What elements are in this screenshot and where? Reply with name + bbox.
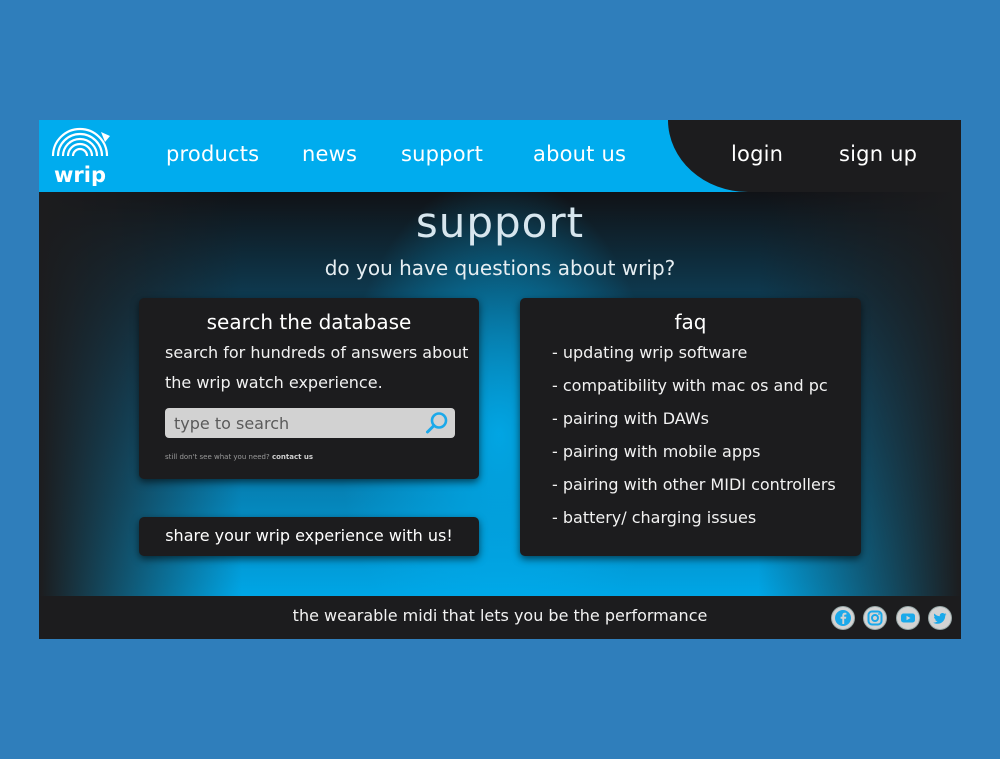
search-card-description-line1: search for hundreds of answers about xyxy=(165,343,469,362)
nav-about-us[interactable]: about us xyxy=(533,142,626,166)
share-experience-button[interactable]: share your wrip experience with us! xyxy=(139,517,479,556)
signup-button[interactable]: sign up xyxy=(839,142,917,166)
search-box xyxy=(165,408,455,438)
svg-text:wrip: wrip xyxy=(54,163,106,186)
faq-list: - updating wrip software - compatibility… xyxy=(552,339,836,537)
twitter-icon[interactable] xyxy=(929,607,951,629)
share-experience-label: share your wrip experience with us! xyxy=(165,526,453,545)
page-title: support xyxy=(415,198,585,247)
nav-support[interactable]: support xyxy=(401,142,483,166)
search-card-title: search the database xyxy=(206,310,412,334)
search-database-card: search the database search for hundreds … xyxy=(139,298,479,479)
help-text: still don't see what you need? contact u… xyxy=(165,453,313,461)
footer-tagline: the wearable midi that lets you be the p… xyxy=(292,606,708,625)
search-card-description-line2: the wrip watch experience. xyxy=(165,373,383,392)
faq-item-pairing-midi[interactable]: - pairing with other MIDI controllers xyxy=(552,471,836,504)
faq-title: faq xyxy=(674,310,707,334)
faq-card: faq - updating wrip software - compatibi… xyxy=(520,298,861,556)
faq-item-compatibility[interactable]: - compatibility with mac os and pc xyxy=(552,372,836,405)
search-input[interactable] xyxy=(165,408,414,438)
instagram-icon[interactable] xyxy=(864,607,886,629)
faq-item-updating-software[interactable]: - updating wrip software xyxy=(552,339,836,372)
faq-item-battery[interactable]: - battery/ charging issues xyxy=(552,504,836,537)
youtube-icon[interactable] xyxy=(897,607,919,629)
footer: the wearable midi that lets you be the p… xyxy=(39,596,961,639)
wrip-logo[interactable]: wrip xyxy=(47,126,113,186)
page-subtitle: do you have questions about wrip? xyxy=(324,256,676,280)
faq-item-pairing-daws[interactable]: - pairing with DAWs xyxy=(552,405,836,438)
main-content: support do you have questions about wrip… xyxy=(39,192,961,596)
header: wrip products news support about us logi… xyxy=(39,120,961,192)
nav-products[interactable]: products xyxy=(166,142,259,166)
login-button[interactable]: login xyxy=(731,142,783,166)
help-text-prefix: still don't see what you need? xyxy=(165,453,272,461)
search-card-description: search for hundreds of answers about the… xyxy=(165,338,468,398)
facebook-icon[interactable] xyxy=(832,607,854,629)
search-icon[interactable] xyxy=(425,411,449,435)
site-frame: wrip products news support about us logi… xyxy=(39,120,961,639)
contact-us-link[interactable]: contact us xyxy=(272,453,313,461)
faq-item-pairing-mobile[interactable]: - pairing with mobile apps xyxy=(552,438,836,471)
nav-news[interactable]: news xyxy=(302,142,357,166)
